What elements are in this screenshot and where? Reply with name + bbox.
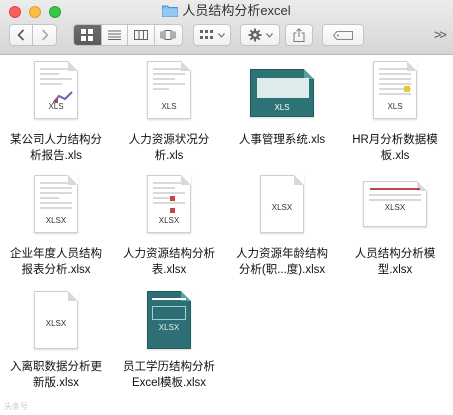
file-item[interactable]: XLSX 人员结构分析模 型.xlsx	[339, 173, 451, 288]
file-extension: XLS	[48, 102, 64, 111]
chevron-down-icon	[265, 32, 273, 38]
file-grid: XLS 某公司人力结构分 析报告.xls XLS 人力资源状况分 析.xls X…	[0, 55, 453, 415]
file-item[interactable]: XLS HR月分析数据模 板.xls	[339, 55, 451, 170]
file-item[interactable]: XLS 人力资源状况分 析.xls	[113, 55, 225, 170]
share-button[interactable]	[285, 24, 313, 46]
view-mode-segment	[73, 24, 183, 46]
spreadsheet-file-icon: XLSX	[34, 291, 78, 349]
file-name: HR月分析数据模 板.xls	[352, 134, 438, 162]
cover-flow-icon	[160, 30, 176, 40]
icon-view-icon	[81, 29, 94, 41]
watermark: 头条号	[4, 402, 28, 411]
tag-icon	[333, 30, 353, 40]
column-view-icon	[133, 30, 148, 40]
spreadsheet-file-icon: XLSX	[34, 175, 78, 233]
file-extension: XLSX	[158, 323, 180, 332]
file-item[interactable]: XLSX 入离职数据分析更 新版.xlsx	[0, 287, 112, 402]
file-name: 人力资源结构分析 表.xlsx	[123, 248, 215, 276]
file-thumbnail: XLSX	[0, 175, 112, 245]
edit-tags-button[interactable]	[322, 24, 364, 46]
cover-flow-button[interactable]	[155, 25, 182, 45]
spreadsheet-file-icon: XLS	[250, 69, 314, 117]
action-menu-button[interactable]	[240, 24, 280, 46]
back-button[interactable]	[10, 25, 34, 45]
file-item[interactable]: XLS 某公司人力结构分 析报告.xls	[0, 55, 112, 170]
share-icon	[293, 28, 305, 42]
list-view-icon	[107, 30, 121, 40]
file-name: 某公司人力结构分 析报告.xls	[10, 134, 102, 162]
file-name: 人事管理系统.xls	[238, 134, 326, 146]
spreadsheet-file-icon: XLS	[34, 61, 78, 119]
file-extension: XLSX	[271, 203, 293, 212]
window-title: 人员结构分析excel	[0, 3, 453, 21]
file-thumbnail: XLS	[113, 61, 225, 131]
arrange-menu-button[interactable]	[193, 24, 231, 46]
chevron-right-icon	[41, 29, 49, 41]
file-thumbnail: XLS	[0, 61, 112, 131]
file-thumbnail: XLSX	[226, 175, 338, 245]
file-item[interactable]: XLSX 员工学历结构分析 Excel模板.xlsx	[113, 287, 225, 402]
spreadsheet-file-icon: XLSX	[260, 175, 304, 233]
file-extension: XLS	[387, 102, 403, 111]
file-name: 人力资源年龄结构 分析(职...度).xlsx	[236, 248, 328, 276]
finder-window: 人员结构分析excel >> XLS 某公司人力结构分 析报告.xls XLS …	[0, 0, 453, 415]
file-extension: XLSX	[45, 216, 67, 225]
file-thumbnail: XLSX	[113, 291, 225, 361]
spreadsheet-file-icon: XLSX	[147, 175, 191, 233]
file-thumbnail: XLSX	[0, 291, 112, 361]
spreadsheet-file-icon: XLS	[373, 61, 417, 119]
window-title-text: 人员结构分析excel	[182, 3, 291, 18]
chevron-left-icon	[17, 29, 25, 41]
file-extension: XLSX	[158, 216, 180, 225]
forward-button[interactable]	[33, 25, 56, 45]
file-extension: XLS	[161, 102, 177, 111]
nav-back-forward	[9, 24, 57, 46]
spreadsheet-file-icon: XLSX	[147, 291, 191, 349]
file-name: 人员结构分析模 型.xlsx	[354, 248, 436, 276]
file-thumbnail: XLSX	[339, 175, 451, 245]
icon-view-button[interactable]	[74, 25, 102, 45]
spreadsheet-file-icon: XLSX	[363, 181, 427, 227]
title-toolbar: 人员结构分析excel >>	[0, 0, 453, 55]
file-name: 员工学历结构分析 Excel模板.xlsx	[123, 361, 215, 389]
gear-icon	[248, 28, 261, 42]
file-name: 企业年度人员结构 报表分析.xlsx	[10, 248, 102, 276]
spreadsheet-file-icon: XLS	[147, 61, 191, 119]
file-extension: XLSX	[45, 319, 67, 328]
file-thumbnail: XLS	[339, 61, 451, 131]
file-extension: XLSX	[384, 203, 406, 212]
folder-icon	[162, 4, 179, 21]
toolbar-overflow-button[interactable]: >>	[434, 27, 447, 42]
file-extension: XLS	[274, 103, 290, 112]
file-item[interactable]: XLSX 企业年度人员结构 报表分析.xlsx	[0, 173, 112, 288]
file-name: 人力资源状况分 析.xls	[128, 134, 210, 162]
file-name: 入离职数据分析更 新版.xlsx	[10, 361, 102, 389]
list-view-button[interactable]	[102, 25, 129, 45]
file-item[interactable]: XLSX 人力资源结构分析 表.xlsx	[113, 173, 225, 288]
column-view-button[interactable]	[128, 25, 155, 45]
file-item[interactable]: XLSX 人力资源年龄结构 分析(职...度).xlsx	[226, 173, 338, 288]
arrange-grid-icon	[199, 30, 213, 39]
chevron-down-icon	[217, 32, 225, 38]
file-item[interactable]: XLS 人事管理系统.xls	[226, 55, 338, 170]
file-thumbnail: XLSX	[113, 175, 225, 245]
file-thumbnail: XLS	[226, 61, 338, 131]
